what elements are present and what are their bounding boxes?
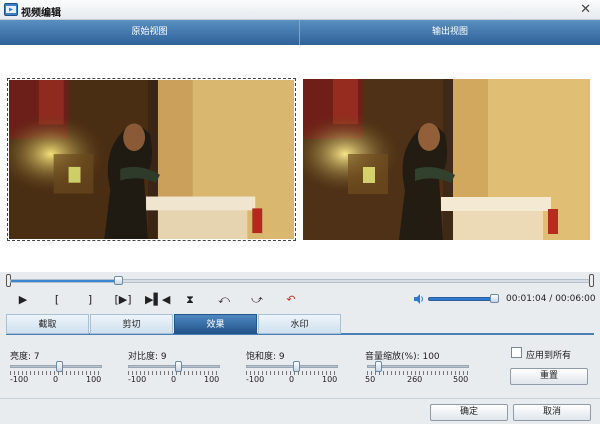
speaker-icon[interactable] xyxy=(413,293,425,305)
saturation-min: -100 xyxy=(246,375,265,384)
mark-out-button[interactable]: ] xyxy=(78,291,102,309)
current-time: 00:01:04 xyxy=(506,294,547,304)
contrast-min: -100 xyxy=(128,375,147,384)
timeline-track[interactable] xyxy=(10,279,590,283)
time-separator: / xyxy=(546,294,556,304)
saturation-value: 9 xyxy=(278,352,285,362)
apply-all-checkbox[interactable] xyxy=(511,347,522,358)
volume-scale-mid: 260 xyxy=(407,375,423,384)
dialog-footer: 确定 取消 xyxy=(0,398,600,424)
tab-effects[interactable]: 效果 xyxy=(174,314,257,334)
brightness-min: -100 xyxy=(10,375,29,384)
contrast-label: 对比度: 9 xyxy=(128,352,167,362)
volume-scale-value: 100 xyxy=(422,352,440,362)
mark-in-button[interactable]: [ xyxy=(45,291,69,309)
play-button[interactable]: ▶ xyxy=(11,291,35,309)
timeline-handle[interactable] xyxy=(114,276,124,285)
brightness-mid: 0 xyxy=(53,375,59,384)
preview-area xyxy=(0,45,600,272)
reset-button[interactable]: 重置 xyxy=(510,368,588,385)
flip-vertical-button[interactable]: ⧗ xyxy=(178,291,202,309)
edit-tabs: 截取 剪切 效果 水印 xyxy=(6,314,594,335)
step-button[interactable]: ▶▌◀ xyxy=(145,291,170,309)
contrast-value: 9 xyxy=(160,352,167,362)
original-video-frame[interactable] xyxy=(7,78,296,241)
volume-scale-min: 50 xyxy=(365,375,376,384)
film-app-icon xyxy=(4,3,18,16)
undo-button[interactable]: ↶ xyxy=(279,291,303,309)
output-view-header: 输出视图 xyxy=(300,20,600,45)
contrast-mid: 0 xyxy=(171,375,177,384)
title-bar: 视频编辑 ✕ xyxy=(0,0,600,20)
tab-trim[interactable]: 截取 xyxy=(6,314,89,334)
tab-crop[interactable]: 剪切 xyxy=(90,314,173,334)
original-video-image xyxy=(9,80,294,239)
volume-scale-slider[interactable] xyxy=(367,365,469,368)
output-video-frame[interactable] xyxy=(303,79,590,240)
saturation-mid: 0 xyxy=(289,375,295,384)
timeline-end-marker[interactable] xyxy=(589,274,594,287)
rotate-right-button[interactable]: ⤻ xyxy=(245,291,269,309)
apply-all-label: 应用到所有 xyxy=(526,351,572,361)
cancel-button[interactable]: 取消 xyxy=(513,404,591,421)
brightness-label: 亮度: 7 xyxy=(10,352,40,362)
timeline-slider[interactable] xyxy=(6,272,594,288)
volume-slider[interactable] xyxy=(428,297,498,301)
rotate-left-button[interactable]: ⤺ xyxy=(212,291,236,309)
output-video-image xyxy=(303,79,590,240)
time-readout: 00:01:04 / 00:06:00 xyxy=(506,294,596,304)
total-time: 00:06:00 xyxy=(555,294,596,304)
contrast-max: 100 xyxy=(204,375,220,384)
window-title: 视频编辑 xyxy=(21,8,61,19)
playback-controls: ▶ [ ] [▶] ▶▌◀ ⧗ ⤺ ⤻ ↶ 00:01:04 / 00:06:0… xyxy=(0,289,600,311)
saturation-max: 100 xyxy=(322,375,338,384)
saturation-label: 饱和度: 9 xyxy=(246,352,285,362)
volume-handle[interactable] xyxy=(490,294,499,303)
ok-button[interactable]: 确定 xyxy=(430,404,508,421)
contrast-slider[interactable] xyxy=(128,365,220,368)
effect-settings: 亮度: 7 -100 0 100 对比度: 9 -100 0 100 饱和度: … xyxy=(0,337,600,397)
volume-scale-max: 500 xyxy=(453,375,469,384)
brightness-value: 7 xyxy=(33,352,40,362)
brightness-max: 100 xyxy=(86,375,102,384)
close-icon[interactable]: ✕ xyxy=(580,2,591,17)
original-view-header: 原始视图 xyxy=(0,20,300,45)
timeline-progress xyxy=(11,280,120,282)
saturation-slider[interactable] xyxy=(246,365,338,368)
play-segment-button[interactable]: [▶] xyxy=(111,291,135,309)
tab-watermark[interactable]: 水印 xyxy=(258,314,341,334)
